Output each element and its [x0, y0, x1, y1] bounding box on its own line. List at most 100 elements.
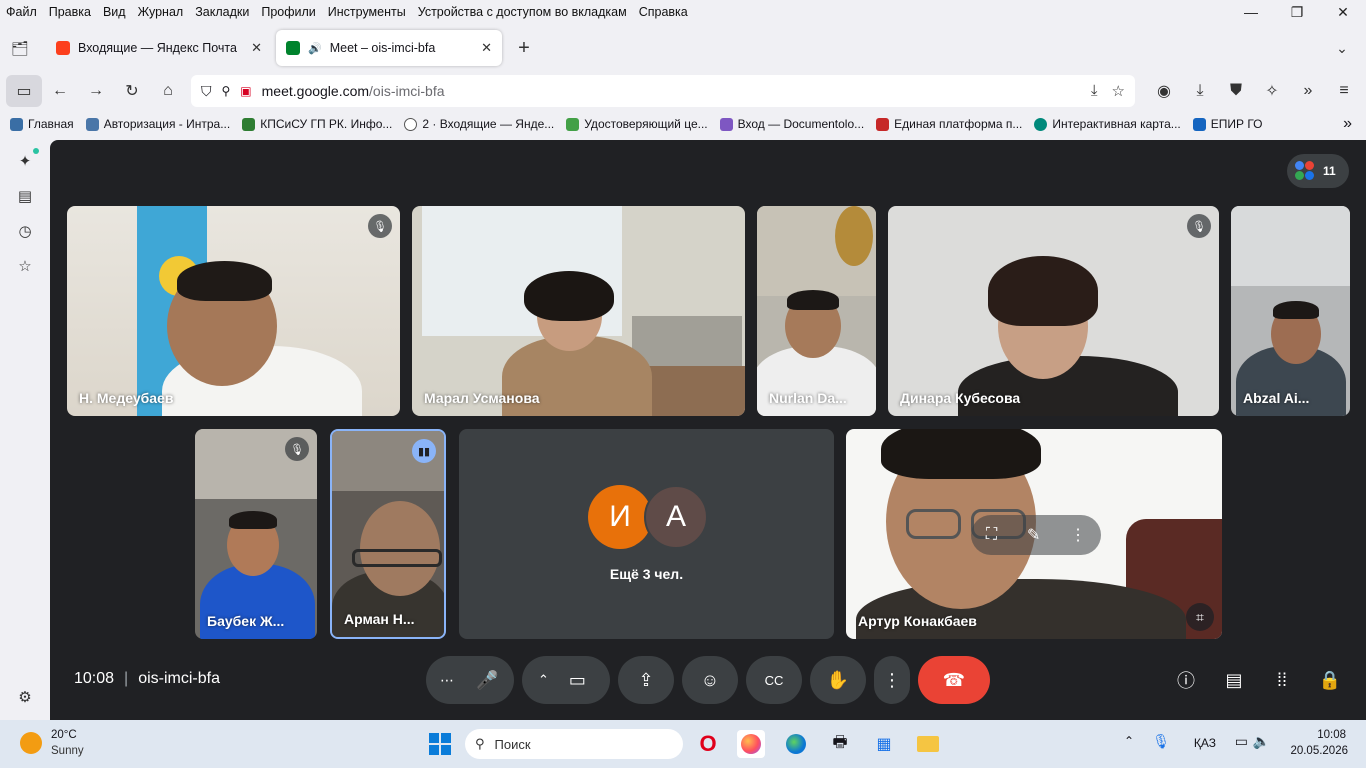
bookmark-item[interactable]: Авторизация - Интра... [85, 117, 230, 131]
menu-help[interactable]: Справка [633, 5, 694, 19]
network-icon[interactable]: ▭ [1235, 733, 1248, 750]
volume-icon[interactable]: 🔈 [1253, 733, 1270, 750]
host-controls-icon[interactable]: 🔒 [1316, 666, 1344, 694]
bookmark-item[interactable]: КПСиСУ ГП РК. Инфо... [242, 117, 392, 131]
participant-tile[interactable]: Nurlan Da... [757, 206, 876, 416]
clock-date[interactable]: 20.05.2026 [1290, 745, 1348, 757]
bookmarks-icon[interactable]: ☆ [14, 255, 36, 277]
bookmark-item[interactable]: Главная [10, 117, 74, 131]
menu-bookmarks[interactable]: Закладки [189, 5, 255, 19]
speaker-icon[interactable]: 🔊 [308, 42, 322, 55]
install-icon[interactable]: ⤓ [1091, 82, 1098, 100]
tab-close-icon[interactable]: ✕ [481, 40, 492, 56]
meeting-code: ois-imci-bfa [138, 670, 220, 687]
chevron-up-icon[interactable]: ⌃ [538, 672, 549, 688]
participant-tile[interactable]: 🎙 Динара Кубесова [888, 206, 1219, 416]
emoji-button[interactable]: ☺ [682, 656, 738, 704]
windows-start-icon[interactable] [426, 730, 454, 758]
present-screen-button[interactable]: ⇪ [618, 656, 674, 704]
pin-icon[interactable]: ✎ [1027, 525, 1040, 545]
more-vert-icon[interactable]: ⋮ [1070, 525, 1086, 545]
camera-in-use-icon[interactable]: ▣ [240, 84, 251, 98]
raise-hand-button[interactable]: ✋ [810, 656, 866, 704]
weather-temp: 20°C [51, 729, 77, 741]
more-options-icon[interactable]: ⋯ [440, 672, 454, 689]
account-icon[interactable]: ◉ [1146, 75, 1182, 107]
tray-chevron-icon[interactable]: ⌃ [1124, 734, 1134, 748]
participant-tile-pinned[interactable]: ⛶ ✎ ⋮ ⌗ Артур Конакбаев [846, 429, 1222, 639]
menu-profiles[interactable]: Профили [255, 5, 321, 19]
clock-time[interactable]: 10:08 [1317, 729, 1346, 741]
chevron-down-icon[interactable]: ⌄ [1324, 30, 1360, 66]
language-indicator[interactable]: ҚАЗ [1194, 736, 1216, 750]
participant-tile[interactable]: 🎙 Баубек Ж... [195, 429, 317, 639]
overflow-chevron-icon[interactable]: » [1290, 75, 1326, 107]
bookmark-item[interactable]: ЕПИР ГО [1192, 117, 1263, 131]
bookmark-item[interactable]: Вход — Documentolo... [719, 117, 864, 131]
mic-control-group: ⋯ 🎤 [426, 656, 514, 704]
reload-icon[interactable]: ↻ [114, 75, 150, 107]
menu-file[interactable]: Файл [0, 5, 43, 19]
menu-devices[interactable]: Устройства с доступом во вкладкам [412, 5, 633, 19]
end-call-button[interactable]: ☎ [918, 656, 990, 704]
microphone-icon[interactable]: 🎤 [476, 670, 498, 691]
search-input[interactable]: ⚲ Поиск [465, 729, 683, 759]
tab-close-icon[interactable]: ✕ [251, 40, 262, 56]
minimize-icon[interactable]: — [1228, 0, 1274, 24]
mic-in-use-icon[interactable]: 🎙 [1152, 733, 1170, 750]
tab-yandex-mail[interactable]: Входящие — Яндекс Почта ✕ [46, 30, 272, 66]
menu-tools[interactable]: Инструменты [322, 5, 412, 19]
back-icon[interactable]: ← [42, 75, 78, 107]
activities-icon[interactable]: ⁞⁞ [1268, 666, 1296, 694]
control-panel-icon[interactable]: ▦ [870, 730, 898, 758]
history-icon[interactable]: ◷ [14, 220, 36, 242]
participant-name: Динара Кубесова [900, 390, 1021, 406]
bookmarks-overflow-icon[interactable]: » [1343, 115, 1352, 133]
sidebar-toggle-icon[interactable]: ▭ [6, 75, 42, 107]
bookmark-item[interactable]: Интерактивная карта... [1034, 117, 1181, 131]
extensions-icon[interactable]: ✧ [1254, 75, 1290, 107]
info-icon[interactable]: ⓘ [1172, 666, 1200, 694]
bookmark-item[interactable]: 2 · Входящие — Янде... [404, 117, 554, 131]
synced-tabs-icon[interactable]: ▤ [14, 185, 36, 207]
shield-extension-icon[interactable]: ⛊ [1218, 75, 1254, 107]
bookmark-star-icon[interactable]: ☆ [1112, 82, 1125, 100]
bookmark-item[interactable]: Единая платформа п... [876, 117, 1022, 131]
firefox-icon[interactable] [737, 730, 765, 758]
forward-icon[interactable]: → [78, 75, 114, 107]
menu-history[interactable]: Журнал [132, 5, 190, 19]
others-tile[interactable]: И А Ещё 3 чел. [459, 429, 834, 639]
url-path: /ois-imci-bfa [369, 83, 445, 99]
bookmark-item[interactable]: Удостоверяющий це... [566, 117, 708, 131]
permissions-icon[interactable]: ⚲ [222, 84, 231, 98]
participant-tile[interactable]: Abzal Ai... [1231, 206, 1350, 416]
maximize-icon[interactable]: ❐ [1274, 0, 1320, 24]
menu-edit[interactable]: Правка [43, 5, 97, 19]
app-icon[interactable]: 🖶 [826, 730, 854, 758]
downloads-icon[interactable]: ⤓ [1182, 75, 1218, 107]
shield-icon[interactable]: ⛉ [201, 83, 212, 100]
captions-button[interactable]: CC [746, 656, 802, 704]
ai-sparkle-icon[interactable]: ✦ [14, 150, 36, 172]
participants-count-button[interactable]: 11 [1287, 154, 1349, 188]
home-icon[interactable]: ⌂ [150, 75, 186, 107]
menu-view[interactable]: Вид [97, 5, 132, 19]
participant-tile[interactable]: Марал Усманова [412, 206, 745, 416]
more-options-button[interactable]: ⋮ [874, 656, 910, 704]
file-explorer-icon[interactable] [914, 730, 942, 758]
chat-icon[interactable]: ▤ [1220, 666, 1248, 694]
opera-icon[interactable]: O [694, 730, 722, 758]
app-menu-icon[interactable]: ≡ [1326, 75, 1362, 107]
new-tab-icon[interactable]: + [506, 30, 542, 66]
participant-tile-speaking[interactable]: ▮▮ Арман Н... [330, 429, 446, 639]
close-icon[interactable]: ✕ [1320, 0, 1366, 24]
edge-icon[interactable] [782, 730, 810, 758]
url-bar[interactable]: ⛉ ⚲ ▣ meet.google.com/ois-imci-bfa ⤓ ☆ [191, 75, 1135, 107]
tab-meet[interactable]: 🔊 Meet – ois-imci-bfa ✕ [276, 30, 502, 66]
camera-icon[interactable]: ▭ [569, 670, 586, 691]
framing-icon[interactable]: ⛶ [986, 526, 997, 544]
gear-icon[interactable]: ⚙ [14, 686, 36, 708]
crop-icon[interactable]: ⌗ [1186, 603, 1214, 631]
tab-list-icon[interactable]: 🗂 [2, 30, 38, 66]
participant-tile[interactable]: 🎙 Н. Медеубаев [67, 206, 400, 416]
